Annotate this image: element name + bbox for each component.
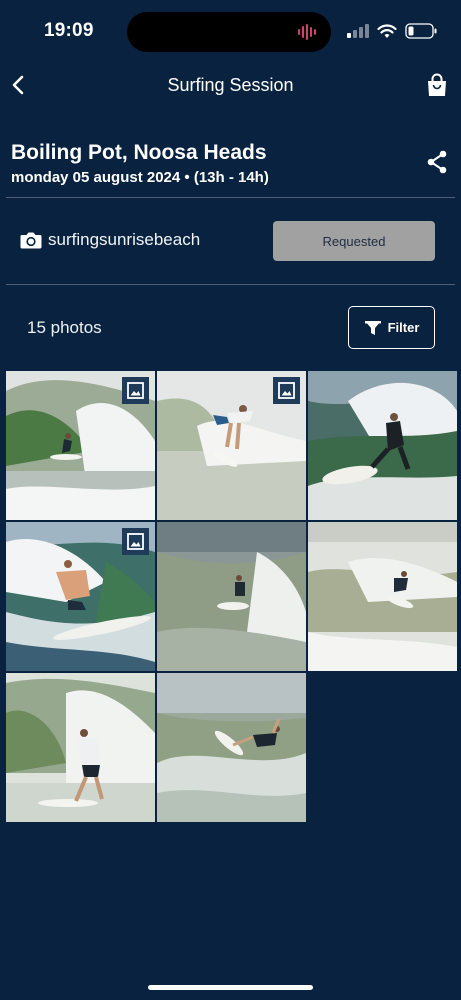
shopping-bag-icon	[428, 73, 446, 96]
image-gallery-icon	[127, 533, 144, 550]
photographer-name: surfingsunrisebeach	[48, 230, 201, 249]
filter-label: Filter	[387, 320, 420, 335]
surf-photo	[6, 673, 155, 822]
screen: 19:09 Surfing Session Boiling Pot, Noosa…	[0, 0, 461, 1000]
status-icons	[347, 22, 437, 40]
photo-thumb[interactable]	[6, 522, 155, 671]
image-gallery-icon	[127, 382, 144, 399]
share-button[interactable]	[425, 150, 449, 174]
funnel-icon	[364, 320, 381, 335]
nav-bar: Surfing Session	[0, 62, 461, 110]
surf-photo	[308, 371, 457, 520]
photo-count: 15 photos	[27, 318, 102, 337]
filter-button[interactable]: Filter	[348, 306, 435, 349]
camera-icon	[20, 232, 42, 249]
photographer-link[interactable]: surfingsunrisebeach	[20, 230, 200, 250]
gallery-badge	[122, 377, 149, 404]
session-date: monday 05 august 2024 • (13h - 14h)	[11, 169, 269, 186]
photo-thumb[interactable]	[157, 371, 306, 520]
photo-thumb[interactable]	[157, 522, 306, 671]
shopping-bag-button[interactable]	[425, 72, 449, 98]
photo-thumb[interactable]	[6, 673, 155, 822]
photo-thumb[interactable]	[308, 371, 457, 520]
surf-photo	[157, 673, 306, 822]
requested-button[interactable]: Requested	[273, 221, 435, 261]
surf-photo	[308, 522, 457, 671]
gallery-badge	[273, 377, 300, 404]
wifi-icon	[377, 23, 397, 38]
status-time: 19:09	[44, 20, 94, 41]
session-header: Boiling Pot, Noosa Heads monday 05 augus…	[0, 138, 461, 196]
spot-title: Boiling Pot, Noosa Heads	[11, 141, 267, 164]
cellular-signal-icon	[347, 24, 369, 38]
status-bar: 19:09	[0, 0, 461, 62]
audio-wave-icon	[298, 24, 316, 40]
divider-top	[6, 197, 455, 198]
battery-icon	[405, 23, 437, 39]
photo-thumb[interactable]	[157, 673, 306, 822]
image-gallery-icon	[278, 382, 295, 399]
share-icon	[427, 150, 447, 174]
gallery-badge	[122, 528, 149, 555]
dynamic-island	[127, 12, 331, 52]
page-title: Surfing Session	[167, 75, 294, 95]
photo-thumb[interactable]	[6, 371, 155, 520]
photo-thumb[interactable]	[308, 522, 457, 671]
divider-middle	[6, 284, 455, 285]
home-indicator[interactable]	[148, 985, 313, 990]
surf-photo	[157, 522, 306, 671]
